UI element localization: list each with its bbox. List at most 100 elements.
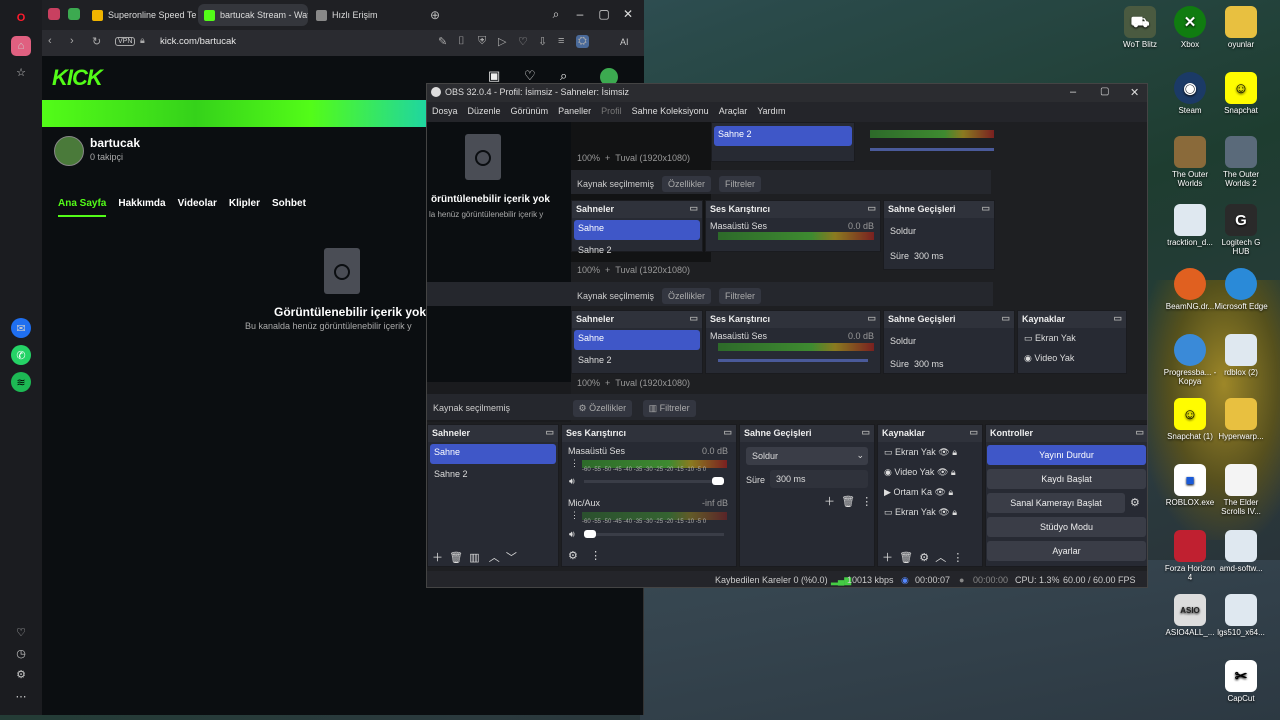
eye-icon[interactable]: 👁︎ (934, 487, 945, 497)
edit-icon[interactable]: ✎ (438, 35, 447, 48)
spotify-icon[interactable]: ≋ (11, 372, 31, 392)
tab-speedtest[interactable]: Superonline Speed Test | (86, 4, 196, 26)
desktop-icon-hyperwarp[interactable]: Hyperwarp... (1213, 398, 1269, 441)
duration-field[interactable]: 300 ms (914, 251, 944, 261)
move-up-icon[interactable]: ︿ (489, 552, 500, 564)
lock-icon[interactable]: 🔒︎ (952, 447, 957, 457)
menu-gorunum[interactable]: Görünüm (511, 106, 549, 118)
desktop-icon-outer-worlds[interactable]: The Outer Worlds (1162, 136, 1218, 188)
tab-kick-stream[interactable]: bartucak Stream - Watch (198, 4, 308, 26)
slider-handle[interactable] (584, 530, 596, 538)
shield-icon[interactable] (68, 8, 80, 20)
mic-volume-slider[interactable] (584, 530, 724, 538)
mixer-settings-icon[interactable]: ⚙ (568, 550, 578, 562)
heart-outline-icon[interactable]: ♡ (518, 35, 528, 48)
source-settings-icon[interactable]: ⚙ (919, 552, 929, 564)
desktop-icon-edge[interactable]: Microsoft Edge (1213, 268, 1269, 311)
speaker-icon[interactable]: 🔊︎ (569, 476, 575, 487)
menu-dosya[interactable]: Dosya (432, 106, 458, 118)
scene-item[interactable]: Sahne (574, 220, 700, 240)
virtual-camera-settings-icon[interactable]: ⚙ (1130, 496, 1140, 509)
desktop-icon-beamng[interactable]: BeamNG.dr... (1162, 268, 1218, 311)
desktop-icon-xbox[interactable]: ✕ Xbox (1162, 6, 1218, 49)
lock-icon[interactable]: 🔒︎ (951, 467, 956, 477)
nested-scene-item[interactable]: Sahne 2 (714, 126, 852, 146)
history-icon[interactable]: ◷ (11, 643, 31, 663)
desktop-icon-snapchat[interactable]: ☺ Snapchat (1213, 72, 1269, 115)
lock-icon[interactable]: 🔒︎ (952, 507, 957, 517)
vpn-badge[interactable]: VPN (115, 37, 136, 46)
menu-dots-icon[interactable]: ⋮ (570, 458, 579, 469)
menu-araclar[interactable]: Araçlar (719, 106, 748, 118)
desktop-icon-tracktion[interactable]: tracktion_d... (1162, 204, 1218, 247)
eye-icon[interactable]: 👁︎ (938, 447, 949, 457)
move-down-icon[interactable]: ﹀ (506, 552, 517, 564)
delete-source-icon[interactable]: 🗑︎ (899, 552, 913, 564)
tab-ana-sayfa[interactable]: Ana Sayfa (58, 198, 107, 217)
settings-gear-icon[interactable]: ⚙ (11, 664, 31, 684)
source-item[interactable]: ▭ Ekran Yak 👁︎ 🔒︎ (884, 447, 957, 458)
kick-logo[interactable]: KICK (52, 65, 103, 91)
filters-button[interactable]: Filtreler (719, 176, 762, 192)
duration-field[interactable]: 300 ms (770, 470, 868, 488)
reload-icon[interactable]: ↻ (92, 35, 101, 48)
settings-button[interactable]: Ayarlar (987, 541, 1146, 561)
eye-icon[interactable]: 👁︎ (937, 467, 948, 477)
desktop-icon-amd[interactable]: amd-softw... (1213, 530, 1269, 573)
menu-icon[interactable]: ≡ (558, 35, 564, 47)
desktop-icon-oyunlar[interactable]: oyunlar (1213, 6, 1269, 49)
more-dots-icon[interactable]: ⋯ (11, 686, 31, 706)
tab-sohbet[interactable]: Sohbet (272, 198, 306, 217)
shield-check-icon[interactable]: ⛨ (478, 35, 486, 48)
workspace-icon[interactable] (48, 8, 60, 20)
channel-avatar[interactable] (54, 136, 84, 166)
close-icon[interactable]: ✕ (1130, 86, 1139, 99)
lock-icon[interactable]: 🔒︎ (948, 487, 953, 497)
messenger-icon[interactable]: ✉ (11, 318, 31, 338)
mixer-more-icon[interactable]: ⋮ (590, 550, 601, 562)
source-item[interactable]: ▭ Ekran Yak (1024, 333, 1076, 344)
properties-button[interactable]: Özellikler (662, 176, 712, 192)
desktop-icon-progressbar[interactable]: Progressba... - Kopya (1162, 334, 1218, 386)
scene-item[interactable]: Sahne 2 (574, 352, 700, 372)
obs-preview[interactable]: örüntülenebilir içerik yok la henüz görü… (427, 122, 1147, 422)
source-item[interactable]: ▶ Ortam Ka 👁︎ 🔒︎ (884, 487, 953, 498)
transition-more-icon[interactable]: ⋮ (861, 496, 872, 508)
add-scene-icon[interactable]: ＋ (432, 552, 443, 564)
opera-logo-icon[interactable]: O (11, 8, 31, 28)
add-source-icon[interactable]: ＋ (882, 552, 893, 564)
desktop-icon-rdblox[interactable]: rdblox (2) (1213, 334, 1269, 377)
home-icon[interactable]: ⌂ (11, 36, 31, 56)
desktop-icon-snapchat-1[interactable]: ☺ Snapchat (1) (1162, 398, 1218, 441)
desktop-icon-steam[interactable]: ◉ Steam (1162, 72, 1218, 115)
desktop-icon-roblox[interactable]: ■ ROBLOX.exe (1162, 464, 1218, 507)
transition-select[interactable]: Soldur (890, 336, 916, 346)
desktop-icon-logitech[interactable]: G Logitech G HUB (1213, 204, 1269, 256)
scene-item-sahne[interactable]: Sahne (430, 444, 556, 464)
back-arrow-icon[interactable]: ‹ (48, 35, 52, 47)
download-icon[interactable]: ⇩ (538, 35, 547, 48)
heart-icon[interactable]: ♡ (11, 622, 31, 642)
properties-button[interactable]: ⚙ Özellikler (572, 400, 633, 417)
move-up-icon[interactable]: ︿ (935, 552, 946, 564)
desktop-volume-slider[interactable] (584, 477, 724, 485)
whatsapp-icon[interactable]: ✆ (11, 345, 31, 365)
minimize-icon[interactable]: – (572, 6, 588, 22)
tab-hakkimda[interactable]: Hakkımda (118, 198, 165, 217)
delete-transition-icon[interactable]: 🗑︎ (841, 496, 855, 508)
camera-icon[interactable]: ⌷ (458, 35, 465, 48)
star-icon[interactable]: ☆ (11, 62, 31, 82)
filters-button[interactable]: ▥ Filtreler (642, 400, 696, 417)
ai-button[interactable]: AI (620, 37, 629, 47)
properties-button[interactable]: Özellikler (662, 288, 712, 304)
minimize-icon[interactable]: – (1070, 86, 1076, 98)
menu-yardim[interactable]: Yardım (757, 106, 785, 118)
start-virtual-camera-button[interactable]: Sanal Kamerayı Başlat (987, 493, 1125, 513)
maximize-icon[interactable]: ▢ (1100, 86, 1109, 97)
tab-speed-dial[interactable]: Hızlı Erişim (310, 4, 390, 26)
start-recording-button[interactable]: Kaydı Başlat (987, 469, 1146, 489)
stop-streaming-button[interactable]: Yayını Durdur (987, 445, 1146, 465)
scene-item[interactable]: Sahne (574, 330, 700, 350)
scene-item-sahne-2[interactable]: Sahne 2 (430, 466, 556, 486)
desktop-icon-forza[interactable]: Forza Horizon 4 (1162, 530, 1218, 582)
